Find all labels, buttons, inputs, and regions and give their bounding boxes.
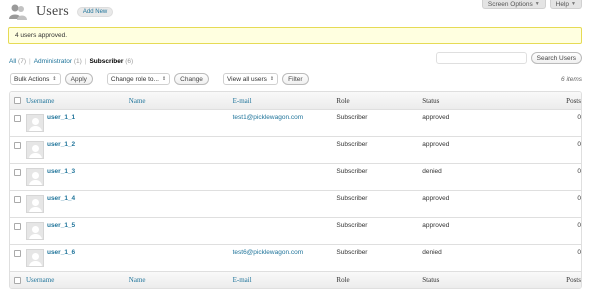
- filter-subscriber-link[interactable]: Subscriber (6): [89, 58, 133, 65]
- column-email[interactable]: E-mail: [233, 97, 252, 105]
- username-link[interactable]: user_1_2: [47, 141, 75, 148]
- row-checkbox[interactable]: [14, 115, 22, 122]
- status-cell: approved: [422, 114, 450, 121]
- select-arrows-icon: ⇕: [269, 76, 275, 82]
- row-checkbox[interactable]: [14, 142, 22, 149]
- table-row: user_1_3 Subscriber denied 0: [10, 163, 581, 190]
- column-username[interactable]: Username: [26, 97, 54, 105]
- email-link[interactable]: test1@picklewagon.com: [233, 114, 304, 121]
- default-avatar-icon: [25, 249, 44, 267]
- username-link[interactable]: user_1_1: [47, 114, 75, 121]
- column-role: Role: [336, 276, 350, 284]
- chevron-down-icon: ▼: [571, 1, 576, 7]
- filter-button[interactable]: Filter: [282, 73, 309, 85]
- column-name[interactable]: Name: [129, 97, 146, 105]
- add-new-button[interactable]: Add New: [76, 7, 114, 17]
- column-posts: Posts: [566, 276, 581, 284]
- role-cell: Subscriber: [336, 114, 368, 121]
- posts-cell: 0: [577, 249, 581, 256]
- row-checkbox[interactable]: [14, 223, 22, 230]
- table-nav-top: Bulk Actions ⇕ Apply Change role to... ⇕ C…: [10, 73, 582, 85]
- role-cell: Subscriber: [336, 141, 368, 148]
- filter-all-link[interactable]: All (7): [9, 58, 26, 65]
- default-avatar-icon: [25, 195, 44, 213]
- username-link[interactable]: user_1_6: [47, 249, 75, 256]
- status-cell: approved: [422, 195, 450, 202]
- column-email[interactable]: E-mail: [233, 276, 252, 284]
- role-filter-links: All (7) | Administrator (1) | Subscriber…: [9, 58, 133, 65]
- username-link[interactable]: user_1_3: [47, 168, 75, 175]
- column-status: Status: [422, 96, 440, 105]
- view-users-select[interactable]: View all users ⇕: [222, 73, 279, 85]
- notice-message: 4 users approved.: [8, 27, 582, 44]
- change-role-select[interactable]: Change role to... ⇕: [106, 73, 171, 85]
- separator: |: [29, 58, 31, 65]
- role-cell: Subscriber: [336, 195, 368, 202]
- bulk-actions-select[interactable]: Bulk Actions ⇕: [10, 73, 61, 85]
- status-cell: denied: [422, 168, 442, 175]
- screen-meta-links: Screen Options ▼ Help ▼: [481, 0, 582, 9]
- column-role: Role: [336, 96, 350, 105]
- users-table: Username Name E-mail Role Status Posts u…: [9, 91, 582, 289]
- posts-cell: 0: [577, 141, 581, 148]
- email-link[interactable]: test6@picklewagon.com: [233, 249, 304, 256]
- select-arrows-icon: ⇕: [52, 76, 57, 82]
- table-row: user_1_6 test6@picklewagon.com Subscribe…: [10, 244, 581, 271]
- table-footer-row: Username Name E-mail Role Status Posts: [10, 271, 581, 288]
- table-row: user_1_4 Subscriber approved 0: [10, 190, 581, 217]
- username-link[interactable]: user_1_5: [47, 222, 75, 229]
- username-link[interactable]: user_1_4: [47, 195, 75, 202]
- column-name[interactable]: Name: [129, 276, 146, 284]
- page-title: Users: [36, 4, 69, 19]
- users-icon: [8, 3, 28, 21]
- page-header: Users Add New: [8, 3, 114, 21]
- chevron-down-icon: ▼: [534, 1, 540, 7]
- posts-cell: 0: [577, 222, 581, 229]
- search-input[interactable]: [435, 52, 527, 64]
- table-row: user_1_1 test1@picklewagon.com Subscribe…: [10, 109, 581, 136]
- select-arrows-icon: ⇕: [161, 76, 167, 82]
- help-tab[interactable]: Help ▼: [549, 0, 582, 9]
- column-username[interactable]: Username: [26, 276, 54, 284]
- select-all-checkbox[interactable]: [14, 276, 22, 284]
- posts-cell: 0: [577, 114, 581, 121]
- role-cell: Subscriber: [336, 222, 368, 229]
- search-users-button[interactable]: Search Users: [530, 52, 582, 64]
- change-button[interactable]: Change: [174, 73, 209, 85]
- items-count: 6 items: [561, 75, 582, 83]
- apply-button[interactable]: Apply: [64, 73, 93, 85]
- screen-options-tab[interactable]: Screen Options ▼: [481, 0, 546, 9]
- help-label: Help: [555, 0, 570, 8]
- screen-options-label: Screen Options: [487, 0, 533, 8]
- separator: |: [84, 58, 87, 65]
- select-all-checkbox[interactable]: [14, 97, 22, 104]
- role-cell: Subscriber: [336, 249, 368, 256]
- table-header-row: Username Name E-mail Role Status Posts: [10, 92, 581, 109]
- status-cell: approved: [422, 141, 450, 148]
- filter-administrator-link[interactable]: Administrator (1): [34, 58, 82, 65]
- column-posts: Posts: [566, 96, 581, 105]
- default-avatar-icon: [25, 168, 44, 186]
- table-row: user_1_5 Subscriber approved 0: [10, 217, 581, 244]
- row-checkbox[interactable]: [14, 169, 22, 176]
- status-cell: approved: [422, 222, 450, 229]
- role-cell: Subscriber: [336, 168, 368, 175]
- default-avatar-icon: [25, 141, 44, 159]
- row-checkbox[interactable]: [14, 196, 22, 203]
- status-cell: denied: [422, 249, 442, 256]
- table-row: user_1_2 Subscriber approved 0: [10, 136, 581, 163]
- row-checkbox[interactable]: [14, 250, 22, 257]
- posts-cell: 0: [577, 168, 581, 175]
- default-avatar-icon: [25, 114, 44, 132]
- search-box: Search Users: [435, 52, 582, 64]
- default-avatar-icon: [25, 222, 44, 240]
- posts-cell: 0: [577, 195, 581, 202]
- column-status: Status: [422, 276, 440, 284]
